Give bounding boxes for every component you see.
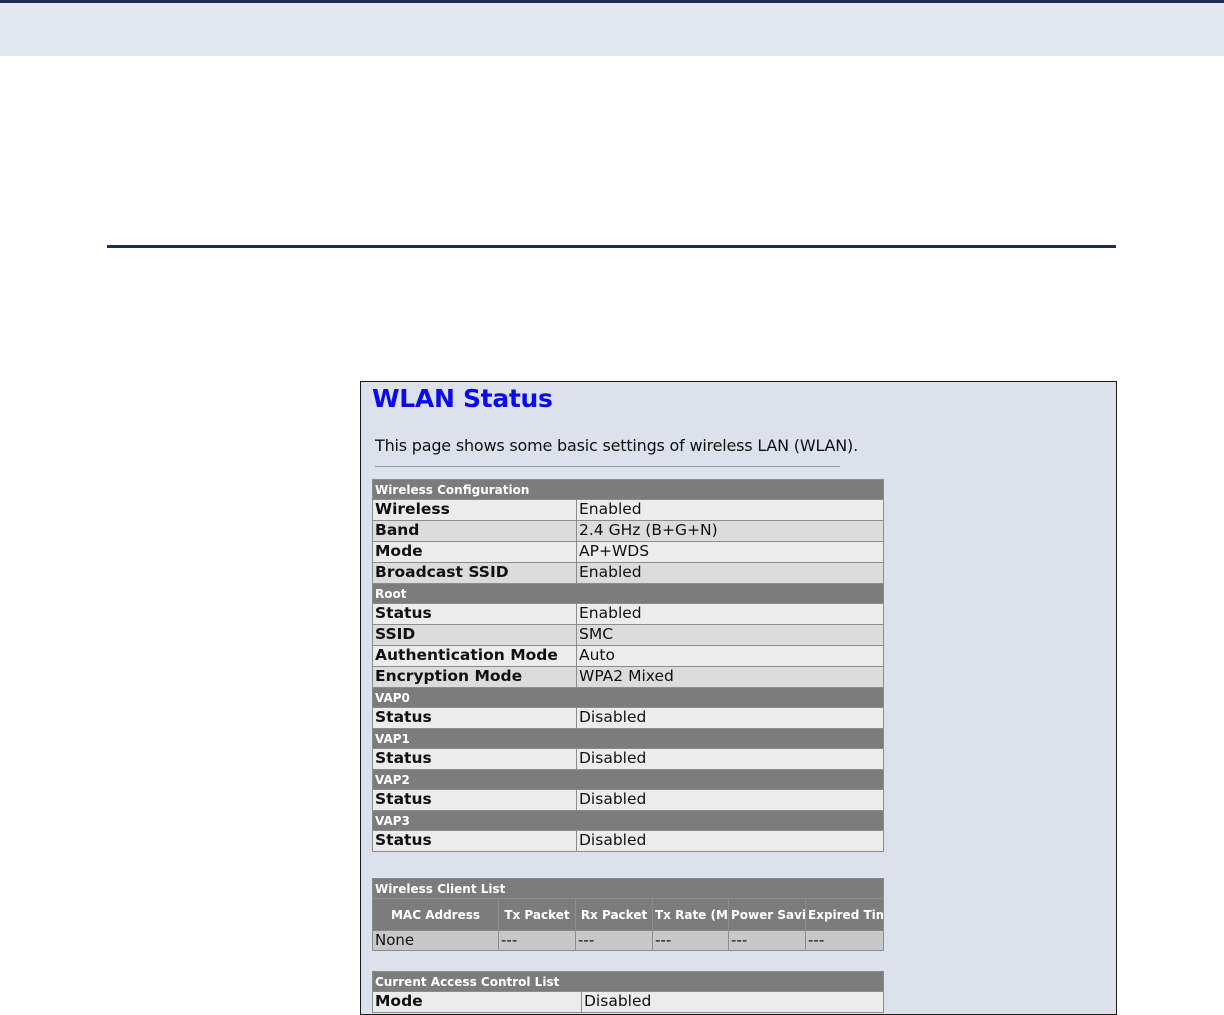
row-label-wireless: Wireless: [372, 499, 577, 521]
table-row: None --- --- --- --- ---: [372, 930, 885, 951]
wireless-client-list-table: Wireless Client List MAC Address Tx Pack…: [371, 878, 885, 951]
row-label-root-status: Status: [372, 603, 577, 625]
row-value-encryption-mode: WPA2 Mixed: [576, 666, 884, 688]
row-value-vap2-status: Disabled: [576, 789, 884, 811]
row-label-authentication-mode: Authentication Mode: [372, 645, 577, 667]
row-value-acl-mode: Disabled: [580, 991, 885, 1013]
section-header-wireless-configuration: Wireless Configuration: [372, 479, 884, 500]
client-rx-packet: ---: [575, 930, 653, 951]
column-header-power-saving: Power Saving: [728, 898, 806, 931]
column-header-mac-address: MAC Address: [372, 898, 499, 931]
row-label-mode: Mode: [372, 541, 577, 563]
section-header-access-control-list: Current Access Control List: [371, 971, 885, 992]
section-divider: [107, 245, 1116, 248]
row-label-acl-mode: Mode: [372, 991, 582, 1013]
row-value-mode: AP+WDS: [576, 541, 884, 563]
client-mac-address: None: [372, 930, 499, 951]
section-header-wireless-client-list: Wireless Client List: [371, 878, 885, 899]
section-header-vap1: VAP1: [372, 728, 884, 749]
column-header-tx-rate: Tx Rate (Mbps): [652, 898, 729, 931]
row-value-authentication-mode: Auto: [576, 645, 884, 667]
client-tx-packet: ---: [498, 930, 576, 951]
description-divider: [375, 466, 840, 467]
client-power-saving: ---: [728, 930, 806, 951]
row-value-vap1-status: Disabled: [576, 748, 884, 770]
row-label-band: Band: [372, 520, 577, 542]
row-value-band: 2.4 GHz (B+G+N): [576, 520, 884, 542]
row-label-encryption-mode: Encryption Mode: [372, 666, 577, 688]
row-value-broadcast-ssid: Enabled: [576, 562, 884, 584]
row-label-ssid: SSID: [372, 624, 577, 646]
wireless-configuration-table: Wireless Configuration Wireless Enabled B…: [372, 479, 884, 852]
section-header-root: Root: [372, 583, 884, 604]
row-label-vap3-status: Status: [372, 830, 577, 852]
page-description: This page shows some basic settings of w…: [375, 436, 858, 455]
row-value-wireless: Enabled: [576, 499, 884, 521]
row-label-vap1-status: Status: [372, 748, 577, 770]
column-header-tx-packet: Tx Packet: [498, 898, 576, 931]
row-value-ssid: SMC: [576, 624, 884, 646]
row-label-vap0-status: Status: [372, 707, 577, 729]
section-header-vap2: VAP2: [372, 769, 884, 790]
section-header-vap3: VAP3: [372, 810, 884, 831]
client-tx-rate: ---: [652, 930, 729, 951]
column-header-expired-time: Expired Time (s): [804, 898, 885, 931]
client-expired-time: ---: [804, 930, 885, 951]
row-label-vap2-status: Status: [372, 789, 577, 811]
column-header-rx-packet: Rx Packet: [575, 898, 653, 931]
row-value-root-status: Enabled: [576, 603, 884, 625]
row-value-vap0-status: Disabled: [576, 707, 884, 729]
row-value-vap3-status: Disabled: [576, 830, 884, 852]
row-label-broadcast-ssid: Broadcast SSID: [372, 562, 577, 584]
section-header-vap0: VAP0: [372, 687, 884, 708]
wlan-status-screenshot: WLAN Status This page shows some basic s…: [360, 381, 1117, 1015]
top-header-band: [0, 0, 1224, 56]
page-title: WLAN Status: [372, 384, 553, 413]
access-control-list-table: Current Access Control List Mode Disabled: [371, 971, 885, 1013]
